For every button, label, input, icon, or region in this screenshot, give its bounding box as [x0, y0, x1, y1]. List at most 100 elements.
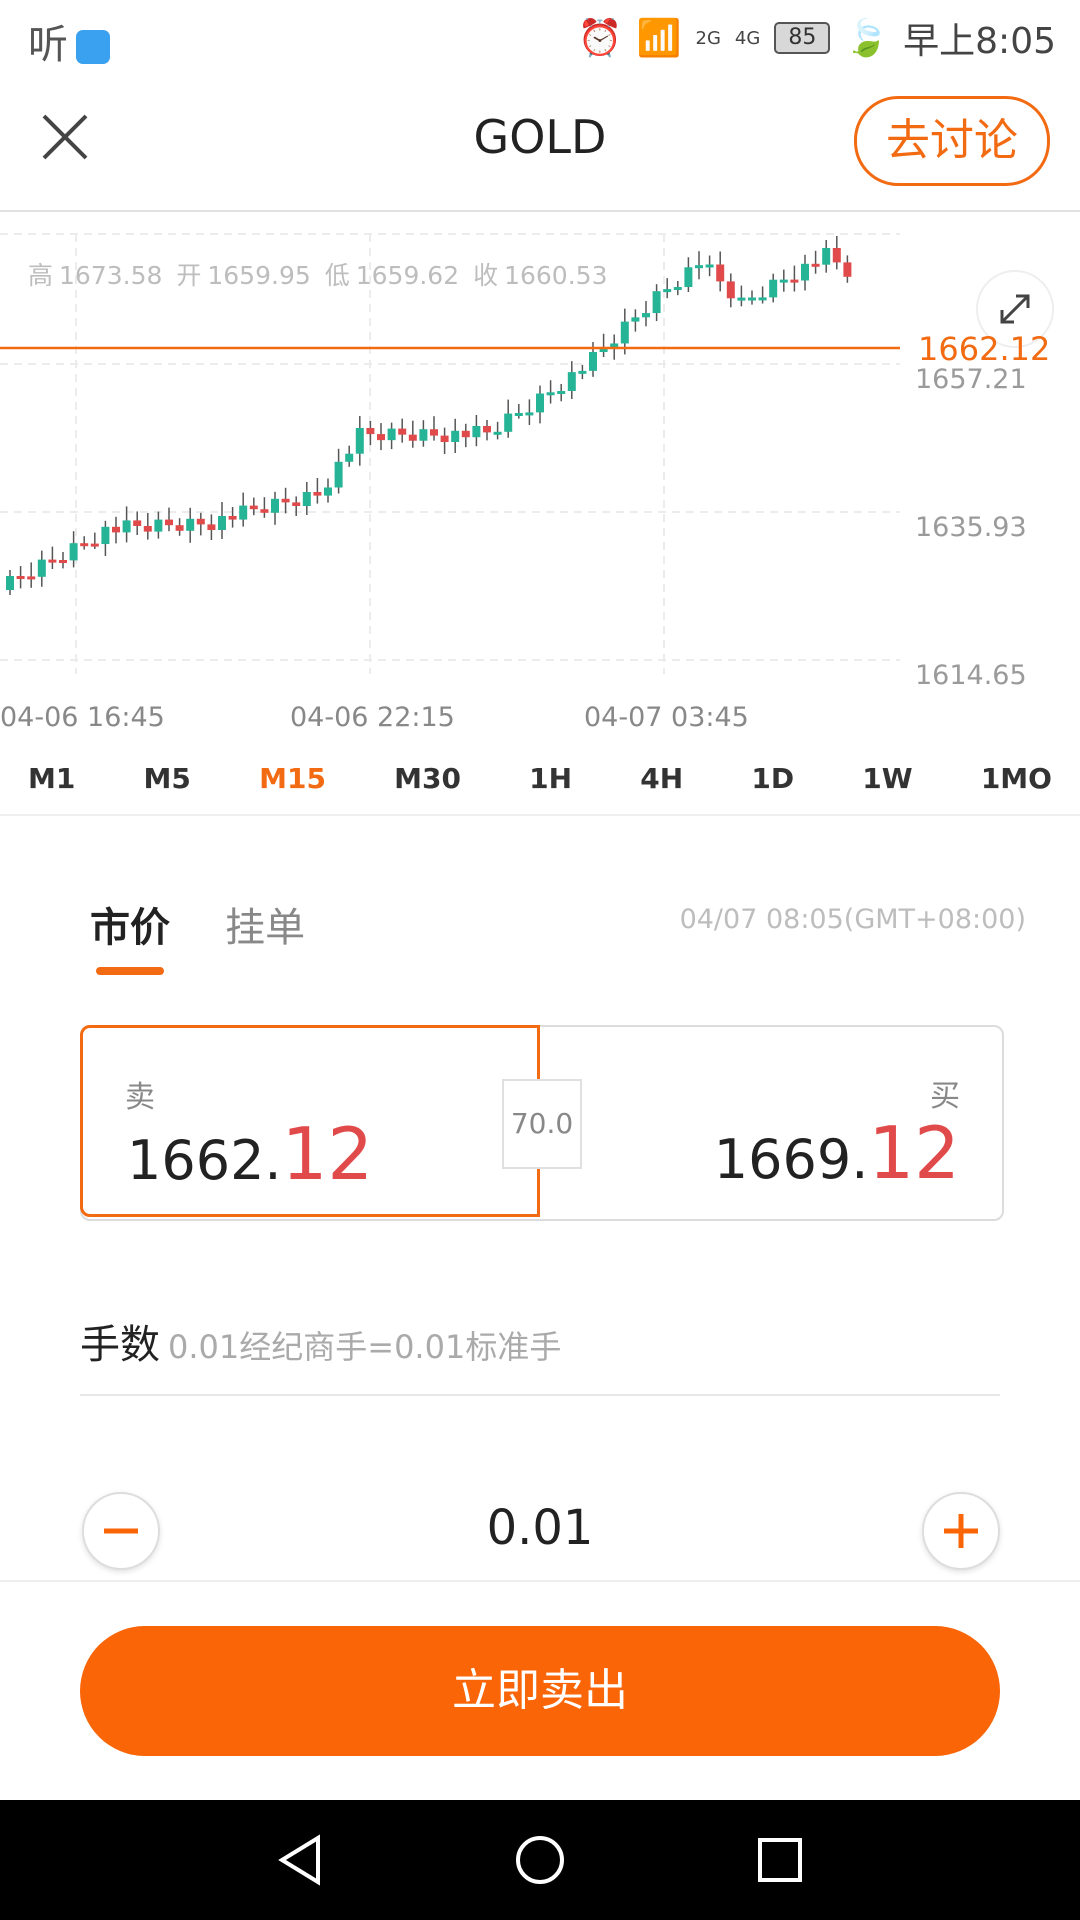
increase-button[interactable]	[922, 1492, 1000, 1570]
timeframe-m1[interactable]: M1	[28, 752, 75, 814]
y-tick-3: 1614.65	[915, 660, 1027, 691]
close-label: 收	[473, 261, 499, 290]
candle-body	[27, 576, 36, 580]
timeframe-m5[interactable]: M5	[144, 752, 191, 814]
candle-body	[758, 297, 767, 301]
candle-body	[493, 431, 502, 435]
sell-now-button[interactable]: 立即卖出	[80, 1626, 1000, 1756]
candle-body	[440, 435, 449, 442]
candle-body	[186, 518, 195, 531]
quote-timestamp: 04/07 08:05(GMT+08:00)	[679, 904, 1026, 935]
buy-price-big: 12	[868, 1111, 960, 1195]
candle-body	[567, 372, 576, 391]
candle-body	[207, 524, 216, 530]
candle-body	[6, 576, 14, 590]
recents-icon[interactable]	[750, 1830, 810, 1890]
buy-label: 买	[930, 1079, 960, 1114]
candle-body	[334, 461, 343, 488]
price-chart[interactable]: 高 1673.58 开 1659.95 低 1659.62 收 1660.53 1662…	[0, 212, 1080, 752]
home-icon[interactable]	[510, 1830, 570, 1890]
sell-price-panel[interactable]: 卖 1662.12	[80, 1025, 540, 1217]
discuss-button[interactable]: 去讨论	[854, 96, 1050, 186]
candle-body	[684, 267, 693, 287]
candle-body	[355, 428, 364, 454]
spread-value: 70.0	[502, 1079, 582, 1169]
back-icon[interactable]	[272, 1830, 332, 1890]
sell-price-main: 1662.	[127, 1129, 282, 1192]
low-value: 1659.62	[355, 261, 460, 290]
lots-row: 手数 0.01经纪商手=0.01标准手	[80, 1312, 561, 1370]
app-label: 听	[28, 22, 68, 68]
buy-price[interactable]: 1669.12	[714, 1111, 960, 1195]
candle-body	[228, 516, 237, 520]
plus-icon	[944, 1514, 978, 1548]
timeframe-m15[interactable]: M15	[259, 752, 326, 814]
candle-body	[811, 263, 820, 267]
candle-body	[822, 248, 831, 265]
battery-icon: 85	[774, 22, 831, 54]
close-value: 1660.53	[504, 261, 608, 290]
low-label: 低	[324, 261, 350, 290]
status-left: 听	[28, 12, 110, 70]
candle-body	[716, 264, 725, 282]
candle-body	[366, 428, 375, 435]
candle-body	[398, 428, 407, 435]
timeframe-4h[interactable]: 4H	[640, 752, 683, 814]
candle-body	[292, 502, 301, 506]
candle-body	[377, 434, 385, 441]
candle-body	[101, 526, 110, 544]
candle-body	[525, 412, 534, 416]
timeframe-1d[interactable]: 1D	[751, 752, 794, 814]
divider	[80, 1394, 1000, 1396]
signal-2g-label: 2G	[695, 27, 721, 49]
candle-body	[631, 317, 640, 322]
y-tick-2: 1635.93	[915, 512, 1027, 543]
status-bar: 听 ⏰ 📶 2G 4G 85 🍃 早上8:05	[0, 0, 1080, 72]
candle-body	[59, 560, 67, 563]
candle-body	[461, 430, 470, 438]
ohlc-readout: 高 1673.58 开 1659.95 低 1659.62 收 1660.53	[28, 256, 613, 292]
x-tick-2: 04-06 22:15	[290, 702, 455, 733]
timeframe-m30[interactable]: M30	[394, 752, 461, 814]
candle-body	[387, 428, 396, 441]
candle-body	[514, 413, 523, 416]
candle-body	[122, 520, 131, 533]
candle-body	[154, 519, 163, 532]
signal-4g-label: 4G	[734, 27, 761, 49]
lots-hint: 0.01经纪商手=0.01标准手	[168, 1328, 562, 1366]
candle-body	[324, 487, 332, 496]
candle-body	[726, 281, 735, 299]
candle-body	[419, 429, 428, 441]
high-label: 高	[28, 261, 54, 290]
x-tick-3: 04-07 03:45	[584, 702, 749, 733]
order-type-tabs: 市价 挂单	[90, 895, 355, 975]
candle-body	[790, 279, 799, 283]
candle-body	[546, 392, 555, 396]
candle-body	[143, 526, 152, 532]
y-tick-1: 1657.21	[915, 364, 1027, 395]
notification-app-icon	[76, 30, 110, 64]
tab-market[interactable]: 市价	[90, 895, 170, 975]
candle-body	[642, 313, 650, 318]
divider	[0, 1580, 1080, 1582]
candle-body	[69, 543, 78, 561]
tab-pending[interactable]: 挂单	[225, 895, 305, 953]
candle-body	[408, 434, 417, 441]
candle-body	[779, 279, 788, 283]
x-tick-1: 04-06 16:45	[0, 702, 165, 733]
buy-price-main: 1669.	[713, 1128, 869, 1191]
timeframe-1w[interactable]: 1W	[862, 752, 912, 814]
timeframe-1mo[interactable]: 1MO	[981, 752, 1052, 814]
sell-price: 1662.12	[127, 1112, 373, 1196]
candle-body	[430, 429, 438, 436]
wifi-icon: 📶	[636, 18, 682, 59]
candle-body	[249, 505, 258, 510]
candle-body	[48, 559, 57, 563]
candle-body	[769, 279, 778, 298]
quantity-value[interactable]: 0.01	[0, 1500, 1080, 1556]
leaf-icon: 🍃	[844, 18, 890, 59]
candle-body	[302, 492, 311, 506]
candle-body	[239, 505, 248, 520]
open-label: 开	[176, 261, 202, 290]
timeframe-1h[interactable]: 1H	[529, 752, 572, 814]
